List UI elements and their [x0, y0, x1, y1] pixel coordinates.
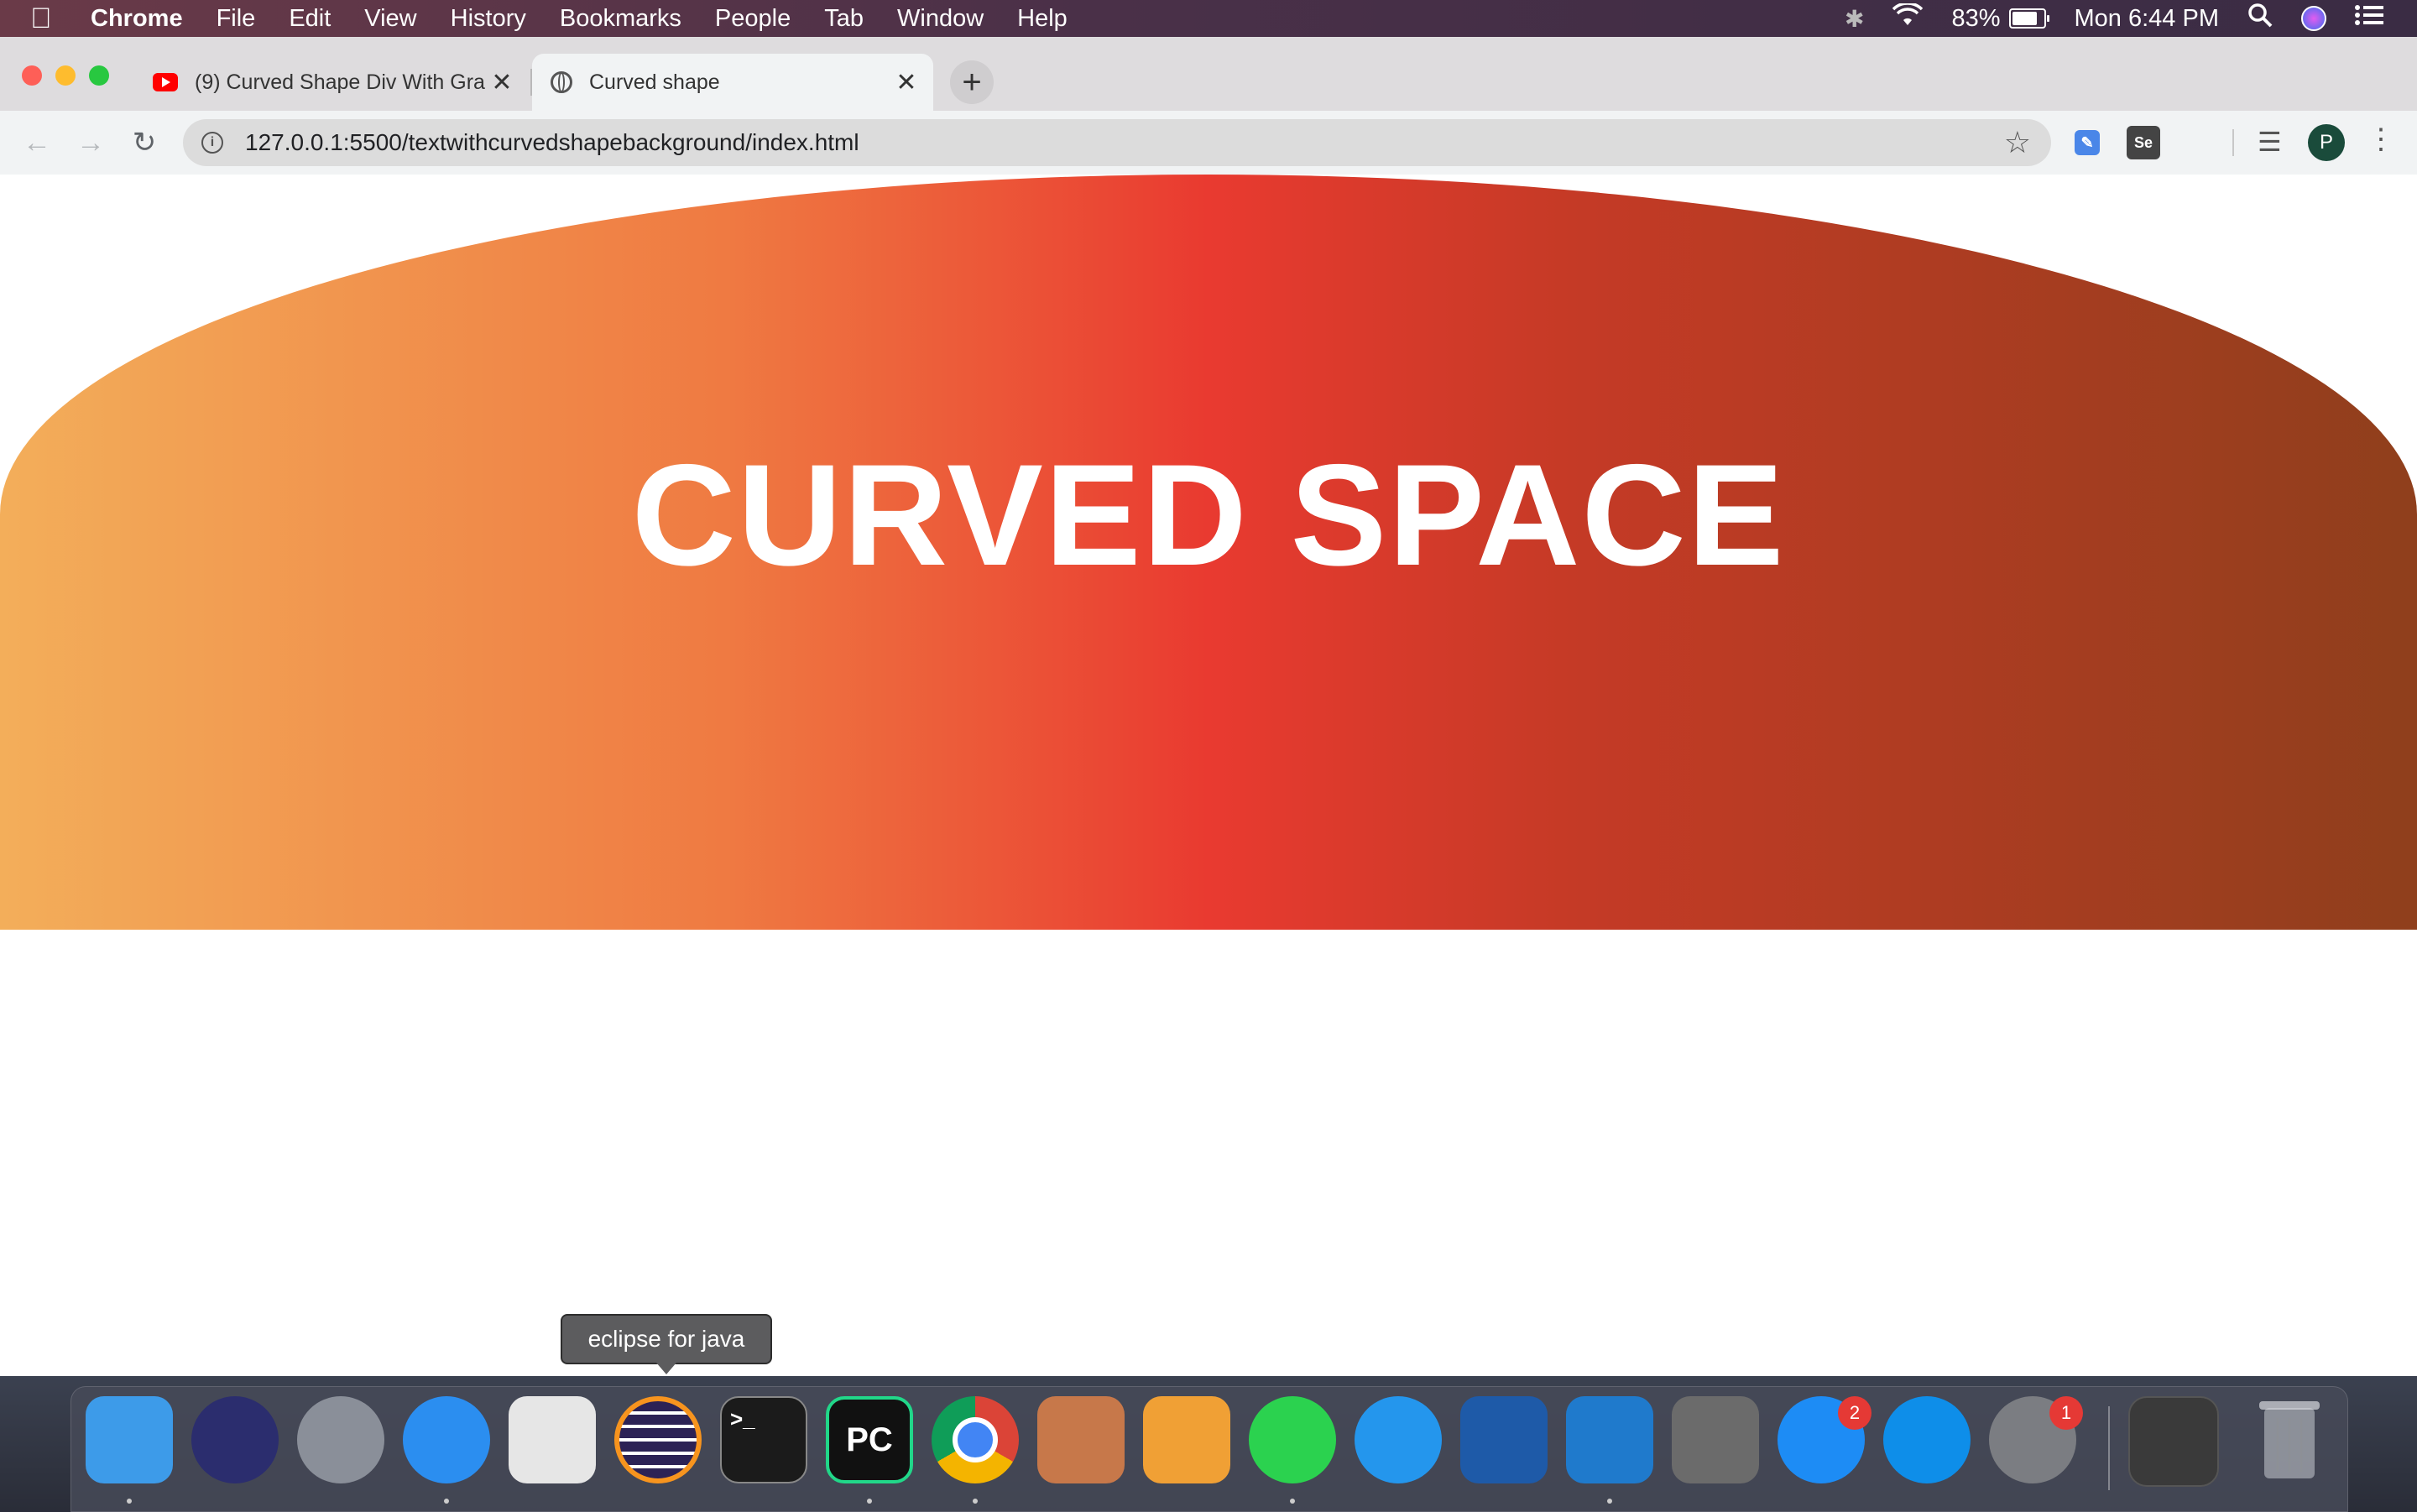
wifi-icon[interactable] [1892, 2, 1924, 34]
browser-toolbar: ← → ↻ i 127.0.0.1:5500/textwithcurvedsha… [0, 111, 2417, 176]
dock-tooltip: eclipse for java [561, 1314, 772, 1374]
menu-people[interactable]: People [715, 5, 791, 33]
pycharm-window-thumbnail-icon[interactable] [2128, 1396, 2219, 1487]
terminal-icon[interactable]: >_ [720, 1396, 807, 1483]
xampp-icon[interactable] [1037, 1396, 1125, 1483]
page-viewport: CURVED SPACE [0, 175, 2417, 1376]
docker-icon[interactable] [1355, 1396, 1442, 1483]
clock[interactable]: Mon 6:44 PM [2075, 5, 2219, 33]
toolbar-divider [2232, 129, 2234, 156]
spotlight-search-icon[interactable] [2247, 3, 2273, 34]
battery-icon [2008, 8, 2049, 29]
running-indicator [973, 1499, 978, 1504]
eclipse-icon[interactable] [614, 1396, 702, 1483]
menu-app-name[interactable]: Chrome [91, 5, 183, 33]
back-button[interactable]: ← [17, 123, 57, 163]
tab-close-icon[interactable]: ✕ [485, 68, 519, 97]
profile-avatar[interactable]: P [2308, 124, 2345, 161]
finder-icon[interactable] [86, 1396, 173, 1483]
menu-file[interactable]: File [217, 5, 256, 33]
browser-window: (9) Curved Shape Div With Gra ✕ Curved s… [0, 37, 2417, 1376]
menu-window[interactable]: Window [897, 5, 984, 33]
apple-menu-icon[interactable]:  [30, 3, 81, 35]
globe-icon [551, 71, 572, 93]
running-indicator [1290, 1499, 1295, 1504]
pycharm-icon[interactable]: PC [826, 1396, 913, 1483]
battery-status[interactable]: 83% [1951, 4, 2049, 33]
media-controls-icon[interactable]: ☰ [2258, 126, 2282, 158]
site-info-icon[interactable]: i [201, 132, 223, 154]
menu-bar:  Chrome File Edit View History Bookmark… [0, 0, 2417, 37]
battery-percent: 83% [1951, 4, 2001, 32]
chrome-menu-icon[interactable]: ⋮ [2367, 123, 2395, 156]
chrome-center-icon [953, 1417, 998, 1462]
safari-icon[interactable] [403, 1396, 490, 1483]
address-bar[interactable]: i 127.0.0.1:5500/textwithcurvedshapeback… [183, 119, 2051, 166]
launchpad-icon[interactable] [297, 1396, 384, 1483]
running-indicator [867, 1499, 872, 1504]
youtube-icon [153, 73, 178, 91]
address-url[interactable]: 127.0.0.1:5500/textwithcurvedshapebackgr… [245, 129, 2004, 156]
forward-button[interactable]: → [70, 123, 111, 163]
menu-tab[interactable]: Tab [824, 5, 864, 33]
curved-gradient-section: CURVED SPACE [0, 175, 2417, 930]
window-close-button[interactable] [22, 65, 42, 86]
system-preferences-badge: 1 [2049, 1396, 2083, 1430]
tab-title: (9) Curved Shape Div With Gra [195, 70, 485, 94]
pages-icon[interactable] [1143, 1396, 1230, 1483]
notification-center-icon[interactable] [2355, 4, 2383, 33]
tab-close-icon[interactable]: ✕ [890, 68, 923, 97]
running-indicator [1607, 1499, 1612, 1504]
dock-separator [2108, 1406, 2110, 1490]
tab-title: Curved shape [589, 70, 720, 94]
app-store-badge: 2 [1838, 1396, 1871, 1430]
tab-youtube[interactable]: (9) Curved Shape Div With Gra ✕ [134, 54, 529, 111]
screenshot-icon[interactable] [509, 1396, 596, 1483]
whatsapp-icon[interactable] [1249, 1396, 1336, 1483]
menu-history[interactable]: History [451, 5, 526, 33]
window-maximize-button[interactable] [89, 65, 109, 86]
running-indicator [444, 1499, 449, 1504]
virtualbox-icon[interactable] [1460, 1396, 1548, 1483]
bookmark-star-icon[interactable]: ☆ [2004, 125, 2031, 160]
menu-bookmarks[interactable]: Bookmarks [560, 5, 681, 33]
bluetooth-icon[interactable]: ✱ [1845, 5, 1864, 33]
menu-help[interactable]: Help [1017, 5, 1068, 33]
tab-strip: (9) Curved Shape Div With Gra ✕ Curved s… [0, 37, 2417, 111]
edit-extension-icon[interactable]: ✎ [2075, 130, 2100, 155]
teamviewer-icon[interactable] [1883, 1396, 1971, 1483]
window-minimize-button[interactable] [55, 65, 76, 86]
reload-button[interactable]: ↻ [124, 123, 164, 163]
vscode-icon[interactable] [1566, 1396, 1653, 1483]
menu-view[interactable]: View [364, 5, 416, 33]
menu-edit[interactable]: Edit [289, 5, 331, 33]
tab-curved-shape[interactable]: Curved shape ✕ [532, 54, 933, 111]
selenium-extension-icon[interactable]: Se [2127, 126, 2160, 159]
siri-menu-icon[interactable] [2301, 6, 2326, 31]
siri-icon[interactable] [191, 1396, 279, 1483]
running-indicator [127, 1499, 132, 1504]
page-heading: CURVED SPACE [631, 435, 1786, 596]
mail-search-icon[interactable] [1672, 1396, 1759, 1483]
chrome-icon[interactable] [932, 1396, 1019, 1483]
status-area: ✱ 83% Mon 6:44 PM [1845, 0, 2383, 37]
new-tab-button[interactable]: + [950, 60, 994, 104]
trash-icon[interactable] [2246, 1396, 2333, 1483]
